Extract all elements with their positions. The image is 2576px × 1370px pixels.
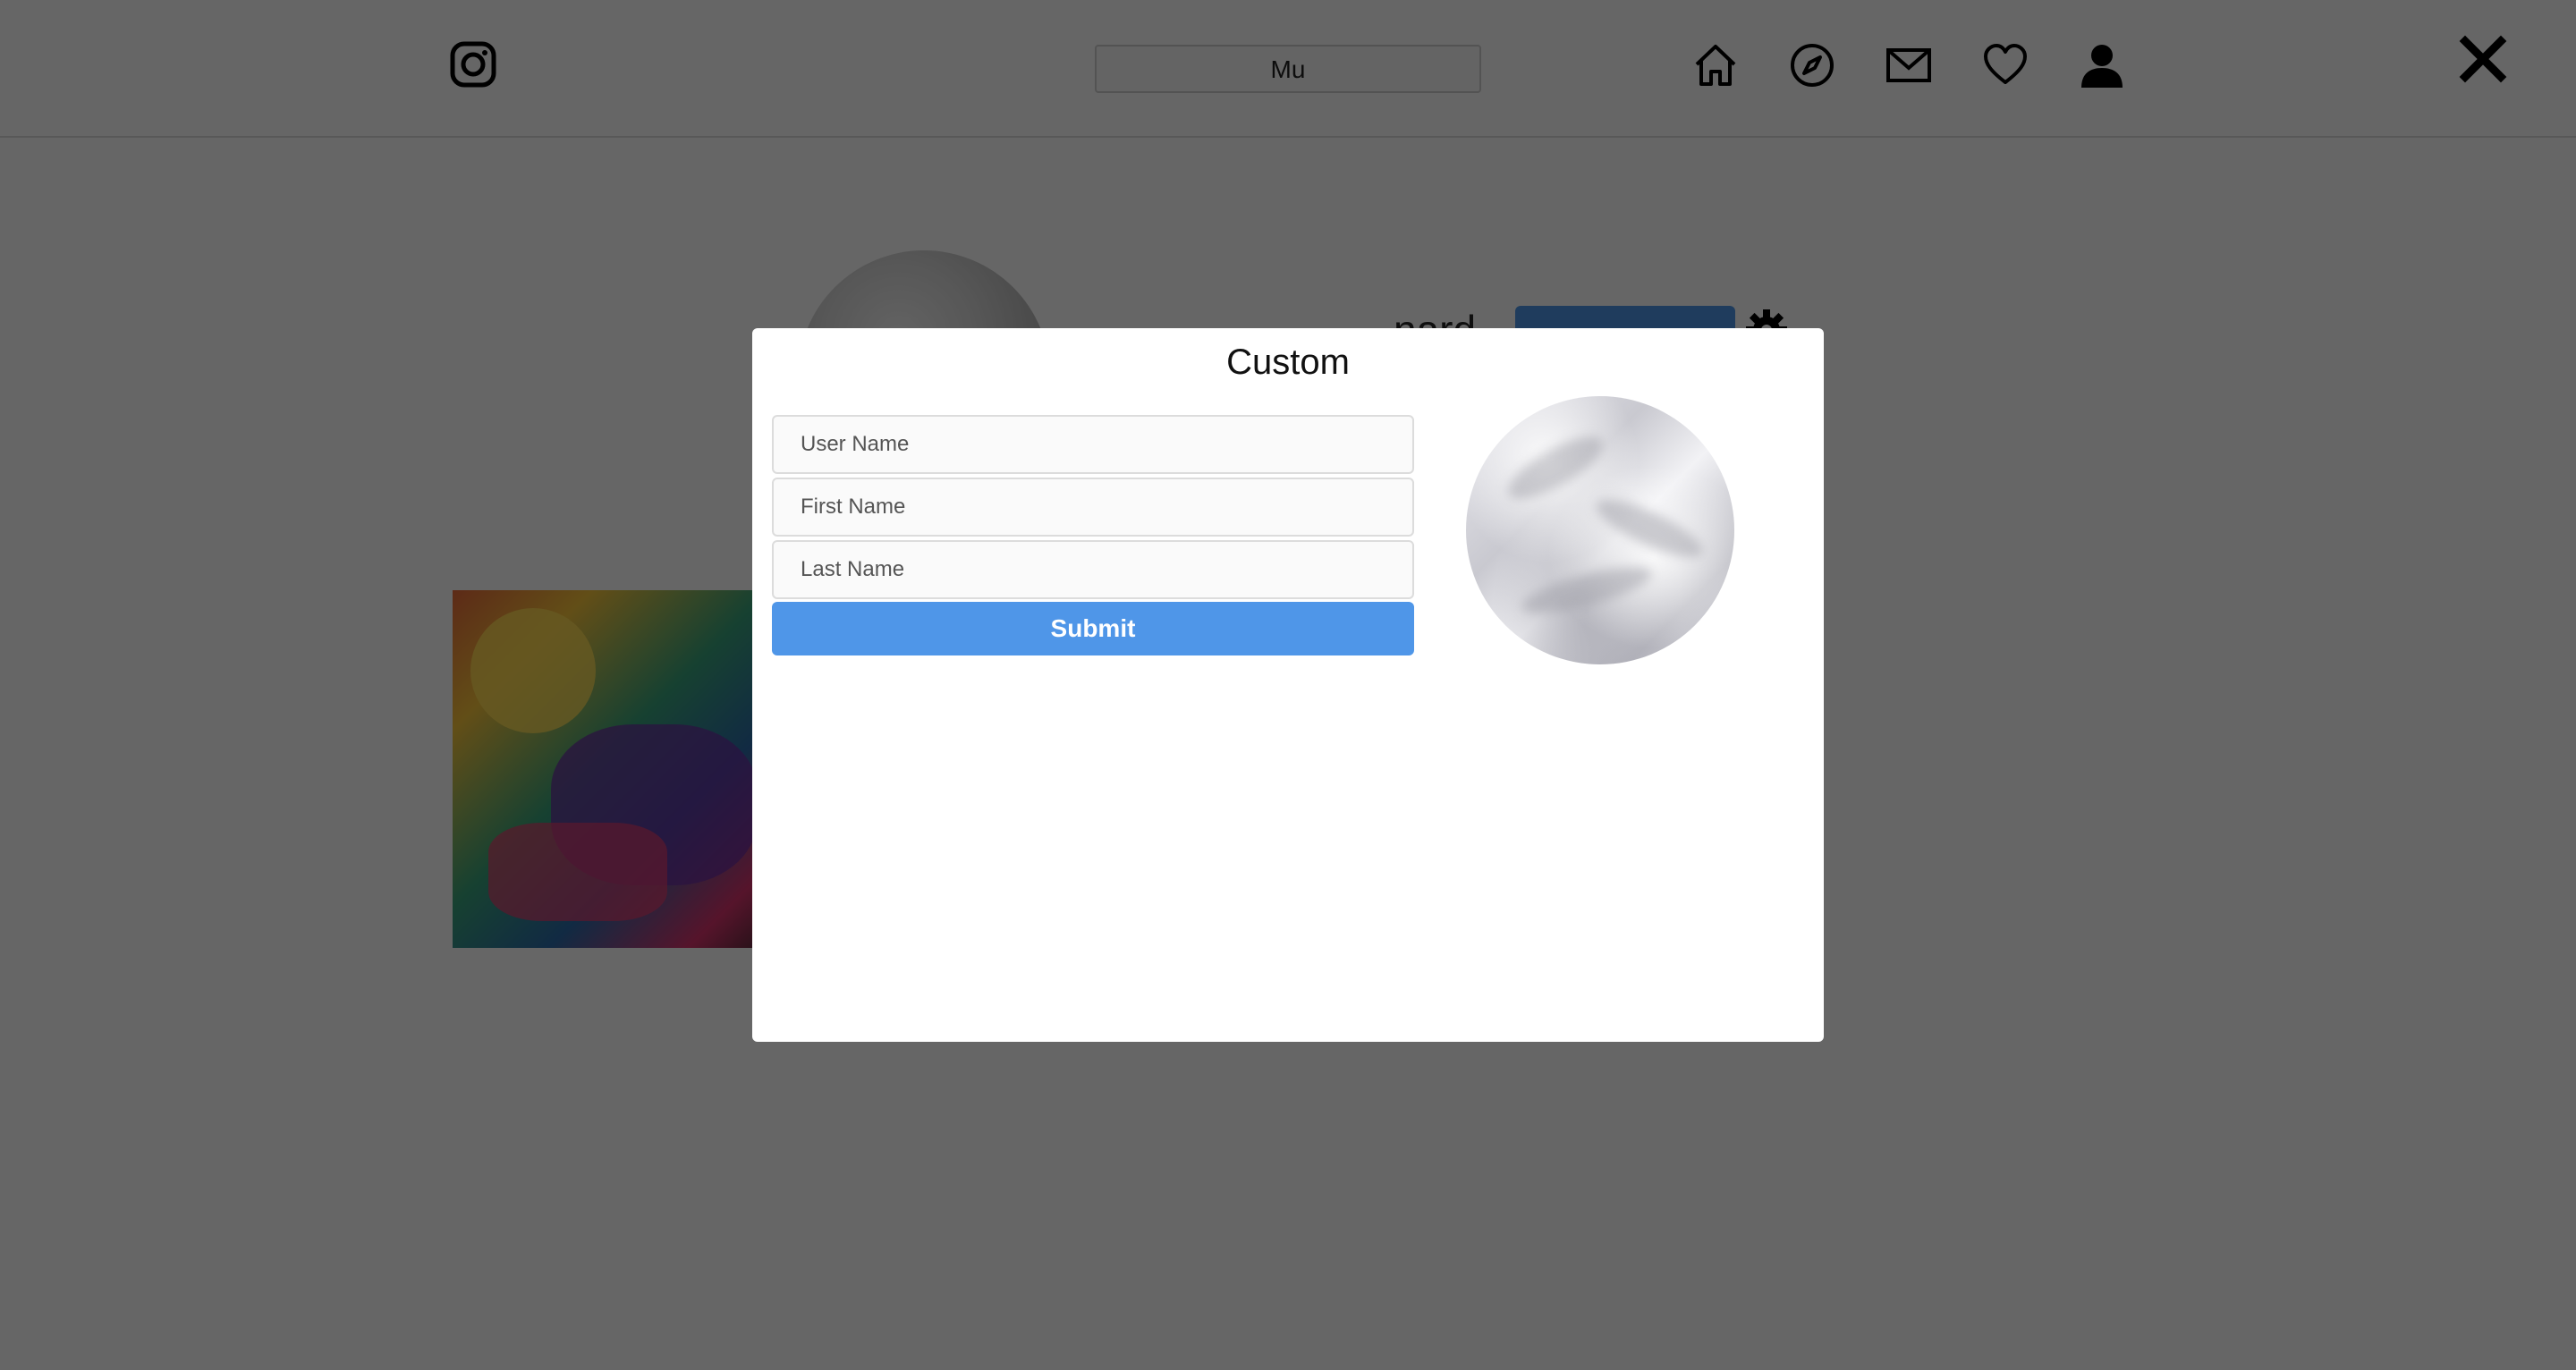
firstname-field[interactable]	[772, 478, 1414, 537]
lastname-field[interactable]	[772, 540, 1414, 599]
submit-button[interactable]: Submit	[772, 602, 1414, 655]
avatar-preview	[1466, 396, 1734, 664]
modal-title: Custom	[1226, 342, 1350, 382]
custom-modal: Custom Submit	[752, 328, 1824, 1042]
close-icon[interactable]	[2458, 34, 2508, 84]
username-field[interactable]	[772, 415, 1414, 474]
